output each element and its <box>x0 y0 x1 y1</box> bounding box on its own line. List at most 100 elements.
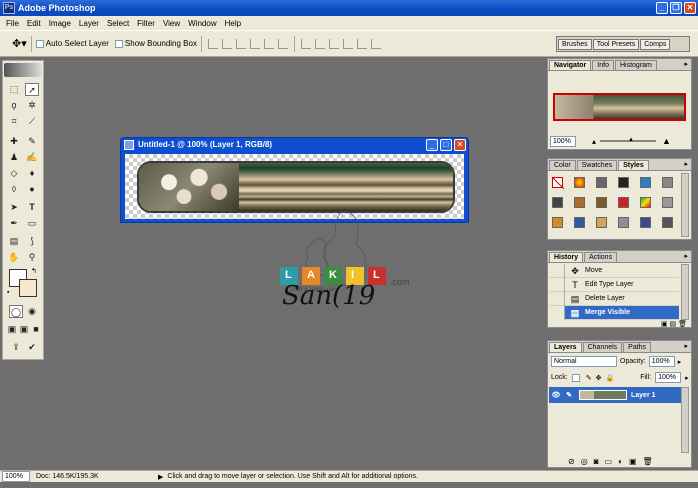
tab-actions[interactable]: Actions <box>584 252 618 262</box>
magic-wand-icon[interactable]: ✲ <box>25 99 39 112</box>
zoom-tool-icon[interactable]: ⚲ <box>25 251 39 264</box>
menu-image[interactable]: Image <box>45 19 75 28</box>
screen-mode-full-icon[interactable]: ■ <box>29 323 43 336</box>
style-swatch[interactable] <box>574 177 585 188</box>
menu-select[interactable]: Select <box>103 19 133 28</box>
lock-pixels-icon[interactable]: ✎ <box>586 374 592 382</box>
menu-filter[interactable]: Filter <box>133 19 159 28</box>
fill-arrow-icon[interactable]: ▸ <box>685 374 689 382</box>
tab-styles[interactable]: Styles <box>618 160 649 170</box>
adjustment-layer-icon[interactable]: ◐ <box>618 457 623 466</box>
style-swatch[interactable] <box>662 217 673 228</box>
standard-mode-icon[interactable]: ◯ <box>9 305 23 318</box>
trash-icon[interactable]: 🗑 <box>643 457 653 466</box>
distribute-hcenter-icon[interactable] <box>356 38 367 49</box>
distribute-left-icon[interactable] <box>342 38 353 49</box>
palette-well-comps[interactable]: Comps <box>640 38 671 50</box>
style-swatch[interactable] <box>574 197 585 208</box>
tab-navigator[interactable]: Navigator <box>549 60 592 70</box>
tab-channels[interactable]: Channels <box>582 342 623 352</box>
new-set-icon[interactable]: ▭ <box>605 457 613 466</box>
align-vcenter-icon[interactable] <box>221 38 232 49</box>
status-zoom-field[interactable]: 100% <box>2 471 30 482</box>
menu-file[interactable]: File <box>2 19 23 28</box>
style-swatch[interactable] <box>662 197 673 208</box>
style-swatch[interactable] <box>618 177 629 188</box>
default-colors-icon[interactable]: ▪ <box>7 289 9 296</box>
panel-menu-icon[interactable]: ▸ <box>684 342 688 350</box>
style-swatch[interactable] <box>640 177 651 188</box>
tab-swatches[interactable]: Swatches <box>576 160 618 170</box>
tab-histogram[interactable]: Histogram <box>614 60 657 70</box>
style-none-swatch[interactable] <box>552 177 565 190</box>
style-swatch[interactable] <box>596 177 607 188</box>
styles-scrollbar[interactable] <box>681 173 689 237</box>
history-scrollbar[interactable] <box>681 264 689 320</box>
opacity-arrow-icon[interactable]: ▸ <box>678 358 682 366</box>
pen-tool-icon[interactable]: ✒ <box>7 217 21 230</box>
style-swatch[interactable] <box>552 217 563 228</box>
stamp-tool-icon[interactable]: ♟ <box>7 151 21 164</box>
restore-button[interactable]: ❐ <box>670 2 682 14</box>
zoom-in-icon[interactable]: ▲ <box>662 136 671 146</box>
dodge-tool-icon[interactable]: ● <box>25 183 39 196</box>
distribute-top-icon[interactable] <box>300 38 311 49</box>
show-bbox-checkbox[interactable] <box>114 39 123 48</box>
lock-all-icon[interactable]: 🔒 <box>605 374 614 382</box>
align-hcenter-icon[interactable] <box>263 38 274 49</box>
style-swatch[interactable] <box>618 197 629 208</box>
marquee-tool-icon[interactable]: ⬚ <box>7 83 21 96</box>
blend-mode-select[interactable]: Normal <box>551 356 617 367</box>
history-item[interactable]: ▤ Delete Layer <box>549 291 679 306</box>
distribute-vcenter-icon[interactable] <box>314 38 325 49</box>
align-right-icon[interactable] <box>277 38 288 49</box>
path-select-icon[interactable]: ➤ <box>7 201 21 214</box>
lasso-tool-icon[interactable]: ϙ <box>7 99 21 112</box>
feather-icon[interactable] <box>4 63 42 77</box>
bucket-tool-icon[interactable]: ♦ <box>25 167 39 180</box>
style-swatch[interactable] <box>574 217 585 228</box>
visibility-eye-icon[interactable]: 👁 <box>549 391 563 399</box>
align-bottom-icon[interactable] <box>235 38 246 49</box>
layers-footer-buttons[interactable]: ⊘ ◎ ◙ ▭ ◐ ▣ 🗑 <box>568 457 688 466</box>
doc-maximize-button[interactable]: □ <box>440 139 452 151</box>
link-layers-icon[interactable]: ⊘ <box>568 457 575 466</box>
lock-transparency-icon[interactable] <box>571 373 580 382</box>
imageready-icon[interactable]: ✔ <box>25 341 39 354</box>
close-button[interactable]: ✕ <box>684 2 696 14</box>
history-brush-icon[interactable]: ✍ <box>25 151 39 164</box>
menu-edit[interactable]: Edit <box>23 19 45 28</box>
doc-minimize-button[interactable]: _ <box>426 139 438 151</box>
style-swatch[interactable] <box>596 197 607 208</box>
history-item[interactable]: T Edit Type Layer <box>549 277 679 292</box>
menu-window[interactable]: Window <box>184 19 220 28</box>
opacity-field[interactable]: 100% <box>648 356 675 367</box>
history-item[interactable]: ✥ Move <box>549 263 679 278</box>
minimize-button[interactable]: _ <box>656 2 668 14</box>
layers-scrollbar[interactable] <box>681 387 689 453</box>
shape-tool-icon[interactable]: ▭ <box>25 217 39 230</box>
hand-tool-icon[interactable]: ✋ <box>7 251 21 264</box>
tab-info[interactable]: Info <box>592 60 614 70</box>
history-item-selected[interactable]: ▤ Merge Visible <box>549 305 679 320</box>
panel-menu-icon[interactable]: ▸ <box>684 60 688 68</box>
style-swatch[interactable] <box>640 217 651 228</box>
navigator-thumbnail[interactable] <box>553 93 686 121</box>
menu-view[interactable]: View <box>159 19 184 28</box>
eraser-tool-icon[interactable]: ◇ <box>7 167 21 180</box>
menu-layer[interactable]: Layer <box>75 19 103 28</box>
menu-help[interactable]: Help <box>221 19 245 28</box>
palette-well-tool-presets[interactable]: Tool Presets <box>592 38 640 50</box>
style-swatch[interactable] <box>596 217 607 228</box>
fill-field[interactable]: 100% <box>655 372 682 383</box>
move-tool-icon[interactable]: ✥▾ <box>12 37 27 50</box>
brush-tool-icon[interactable]: ✎ <box>25 135 39 148</box>
history-footer-buttons[interactable]: ▣ ▤ 🗑 <box>548 320 691 328</box>
lock-position-icon[interactable]: ✥ <box>596 374 602 382</box>
style-swatch[interactable] <box>552 197 563 208</box>
notes-tool-icon[interactable]: ▤ <box>7 235 21 248</box>
layer-row[interactable]: 👁 ✎ Layer 1 <box>549 387 682 403</box>
layer-mask-icon[interactable]: ◙ <box>594 457 599 466</box>
tab-layers[interactable]: Layers <box>549 342 582 352</box>
layer-style-icon[interactable]: ◎ <box>581 457 588 466</box>
